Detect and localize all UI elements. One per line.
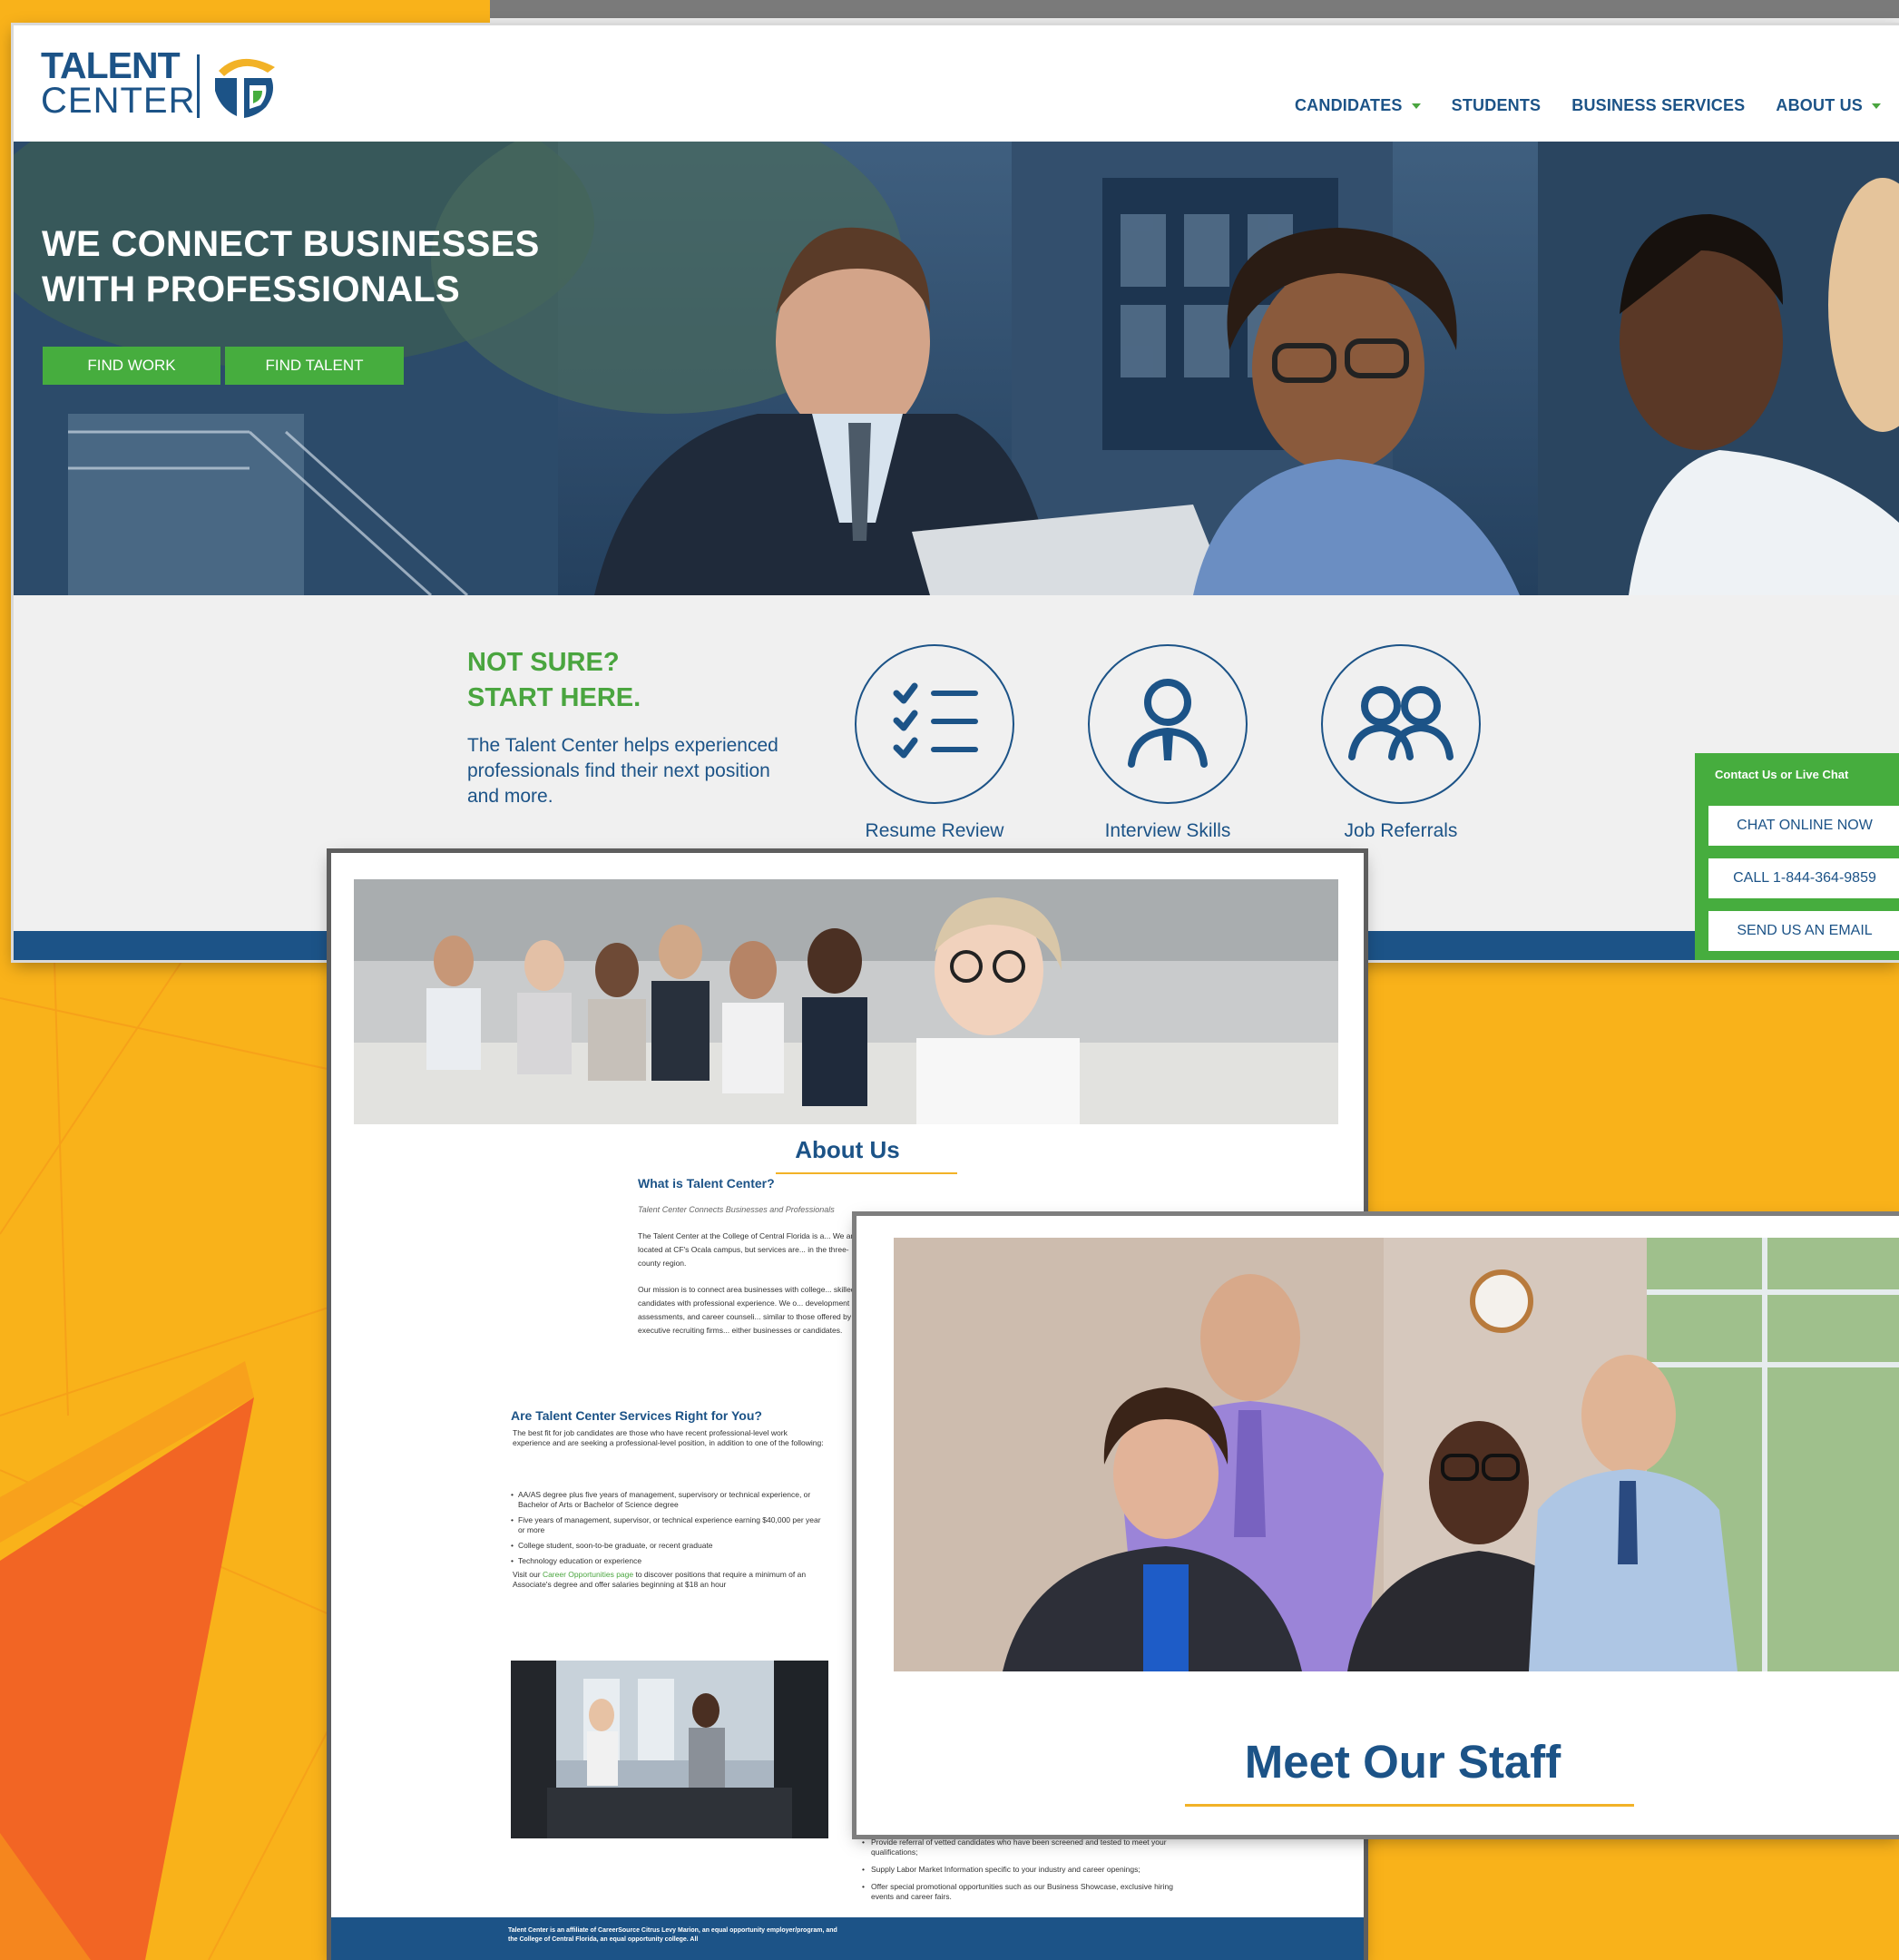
nav-candidates[interactable]: CANDIDATES (1295, 96, 1421, 115)
talent-center-logo[interactable]: TALENT CENTER (41, 47, 295, 129)
list-item: Offer special promotional opportunities … (862, 1882, 1180, 1902)
about-heading: About Us (795, 1136, 900, 1163)
hero-title: WE CONNECT BUSINESSES WITH PROFESSIONALS (42, 221, 540, 312)
hero-title-line2: WITH PROFESSIONALS (42, 270, 460, 309)
email-button[interactable]: SEND US AN EMAIL (1708, 911, 1899, 951)
nav-business-services-label: BUSINESS SERVICES (1571, 96, 1746, 114)
chat-online-button[interactable]: CHAT ONLINE NOW (1708, 806, 1899, 846)
staff-heading: Meet Our Staff (1244, 1736, 1561, 1788)
about-heading-underline (776, 1172, 957, 1174)
nav-students[interactable]: STUDENTS (1452, 96, 1542, 115)
find-work-button[interactable]: FIND WORK (43, 347, 220, 385)
interview-skills-label: Interview Skills (1104, 820, 1231, 841)
logo-mark-icon (215, 58, 275, 118)
about-paragraph-2: Our mission is to connect area businesse… (638, 1285, 865, 1335)
list-item: Five years of management, supervisor, or… (511, 1515, 824, 1535)
nav-students-label: STUDENTS (1451, 96, 1542, 114)
homepage-screenshot: TALENT CENTER CANDIDATES STUDENTS BUSINE… (14, 25, 1899, 960)
nav-business-services[interactable]: BUSINESS SERVICES (1571, 96, 1745, 115)
services-right-title: Are Talent Center Services Right for You… (511, 1408, 762, 1423)
services-right-intro: The best fit for job candidates are thos… (513, 1428, 824, 1447)
contact-widget-title: Contact Us or Live Chat (1715, 768, 1849, 781)
about-footer-text: Talent Center is an affiliate of CareerS… (508, 1927, 837, 1943)
site-header: TALENT CENTER CANDIDATES STUDENTS BUSINE… (14, 25, 1899, 142)
chevron-down-icon (1411, 103, 1421, 109)
list-item: AA/AS degree plus five years of manageme… (511, 1490, 824, 1510)
job-referrals-circle (1321, 644, 1481, 804)
window-frame-top-inner (490, 18, 1899, 25)
resume-review-circle (855, 644, 1014, 804)
hero-buttons: FIND WORK FIND TALENT (43, 347, 404, 385)
services-criteria-list: AA/AS degree plus five years of manageme… (511, 1490, 824, 1572)
logo-divider (197, 54, 200, 118)
staff-heading-underline (1185, 1804, 1634, 1807)
service-interview-skills[interactable]: Interview Skills (1077, 644, 1258, 842)
service-job-referrals[interactable]: Job Referrals (1310, 644, 1492, 842)
logo-line-talent: TALENT (41, 44, 181, 86)
staff-page-screenshot: Meet Our Staff (857, 1216, 1899, 1835)
staff-photo (894, 1238, 1899, 1671)
list-item: College student, soon-to-be graduate, or… (511, 1541, 824, 1551)
nav-candidates-label: CANDIDATES (1294, 96, 1403, 114)
job-referrals-label: Job Referrals (1344, 820, 1458, 841)
people-icon (1348, 686, 1454, 760)
about-footer: Talent Center is an affiliate of CareerS… (331, 1917, 1364, 1960)
chevron-down-icon (1872, 103, 1881, 109)
checklist-icon (893, 682, 978, 759)
what-is-subtitle: Talent Center Connects Businesses and Pr… (638, 1205, 835, 1214)
business-services-list: Provide referral of vetted candidates wh… (862, 1838, 1180, 1909)
service-resume-review[interactable]: Resume Review (844, 644, 1025, 842)
find-talent-button[interactable]: FIND TALENT (225, 347, 404, 385)
what-is-title: What is Talent Center? (638, 1176, 775, 1191)
call-button[interactable]: CALL 1-844-364-9859 (1708, 858, 1899, 898)
main-nav: CANDIDATES STUDENTS BUSINESS SERVICES AB… (1264, 96, 1881, 115)
logo-line-center: CENTER (41, 81, 196, 121)
contact-widget: Contact Us or Live Chat CHAT ONLINE NOW … (1695, 753, 1899, 960)
career-opportunities-link[interactable]: Career Opportunities page (543, 1570, 633, 1579)
nav-about-us-label: ABOUT US (1776, 96, 1863, 114)
interview-skills-circle (1088, 644, 1248, 804)
hero-banner: WE CONNECT BUSINESSES WITH PROFESSIONALS… (14, 142, 1899, 595)
list-item: Technology education or experience (511, 1556, 824, 1566)
hero-title-line1: WE CONNECT BUSINESSES (42, 224, 540, 264)
team-photo (354, 879, 1338, 1124)
career-opportunities-note: Visit our Career Opportunities page to d… (513, 1570, 826, 1590)
start-here-heading-line2: START HERE. (467, 683, 641, 712)
start-here-heading-line1: NOT SURE? (467, 648, 620, 677)
meeting-photo (511, 1661, 828, 1838)
visit-prefix: Visit our (513, 1570, 541, 1579)
resume-review-label: Resume Review (865, 820, 1004, 841)
person-icon (1128, 679, 1208, 768)
about-paragraph-1: The Talent Center at the College of Cent… (638, 1231, 858, 1268)
list-item: Supply Labor Market Information specific… (862, 1865, 1180, 1875)
logo-wordmark: TALENT CENTER (41, 44, 196, 121)
start-here-body: The Talent Center helps experienced prof… (467, 735, 778, 807)
nav-about-us[interactable]: ABOUT US (1776, 96, 1881, 115)
list-item: Provide referral of vetted candidates wh… (862, 1838, 1180, 1857)
start-here-heading: NOT SURE? START HERE. (467, 645, 641, 716)
